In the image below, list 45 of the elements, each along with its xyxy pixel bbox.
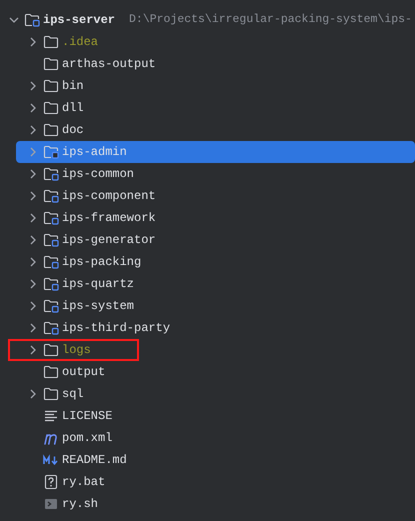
tree-item-label[interactable]: dll <box>62 99 84 117</box>
project-path: D:\Projects\irregular-packing-system\ips- <box>129 12 412 28</box>
lines-icon <box>43 408 59 424</box>
question-file-icon <box>43 474 59 490</box>
tree-item-label[interactable]: ips-system <box>62 297 134 315</box>
tree-item-label[interactable]: .idea <box>62 33 98 51</box>
module-folder-icon <box>43 276 59 292</box>
tree-item-label[interactable]: sql <box>62 385 84 403</box>
tree-item-label[interactable]: ry.sh <box>62 495 98 513</box>
module-folder-icon <box>43 166 59 182</box>
tree-item-label[interactable]: pom.xml <box>62 429 112 447</box>
tree-item-label[interactable]: ips-quartz <box>62 275 134 293</box>
tree-item-label[interactable]: ips-common <box>62 165 134 183</box>
tree-item-label[interactable]: bin <box>62 77 84 95</box>
folder-icon <box>43 100 59 116</box>
module-folder-icon <box>43 254 59 270</box>
module-folder-icon <box>43 188 59 204</box>
tree-item-label[interactable]: logs <box>62 341 91 359</box>
tree-item-label[interactable]: ips-packing <box>62 253 142 271</box>
tree-item-label[interactable]: LICENSE <box>62 407 112 425</box>
folder-icon <box>43 56 59 72</box>
tree-item-label[interactable]: ips-generator <box>62 231 156 249</box>
tree-item-label[interactable]: ips-component <box>62 187 156 205</box>
tree-item-label[interactable]: ips-framework <box>62 209 156 227</box>
tree-item-label[interactable]: arthas-output <box>62 55 156 73</box>
module-folder-icon <box>43 144 59 160</box>
module-folder-icon <box>43 298 59 314</box>
module-folder-icon <box>43 320 59 336</box>
tree-item-label[interactable]: ips-third-party <box>62 319 170 337</box>
project-name[interactable]: ips-server <box>43 11 116 29</box>
module-folder-icon <box>24 12 40 28</box>
folder-icon <box>43 364 59 380</box>
tree-item-label[interactable]: ry.bat <box>62 473 106 491</box>
module-folder-icon <box>43 232 59 248</box>
tree-item-label[interactable]: output <box>62 363 106 381</box>
folder-icon <box>43 386 59 402</box>
markdown-icon <box>43 452 59 468</box>
tree-item-label[interactable]: README.md <box>62 451 127 469</box>
module-folder-icon <box>43 210 59 226</box>
terminal-icon <box>43 496 59 512</box>
folder-icon <box>43 342 59 358</box>
folder-icon <box>43 34 59 50</box>
tree-item-label[interactable]: doc <box>62 121 84 139</box>
folder-icon <box>43 122 59 138</box>
folder-icon <box>43 78 59 94</box>
